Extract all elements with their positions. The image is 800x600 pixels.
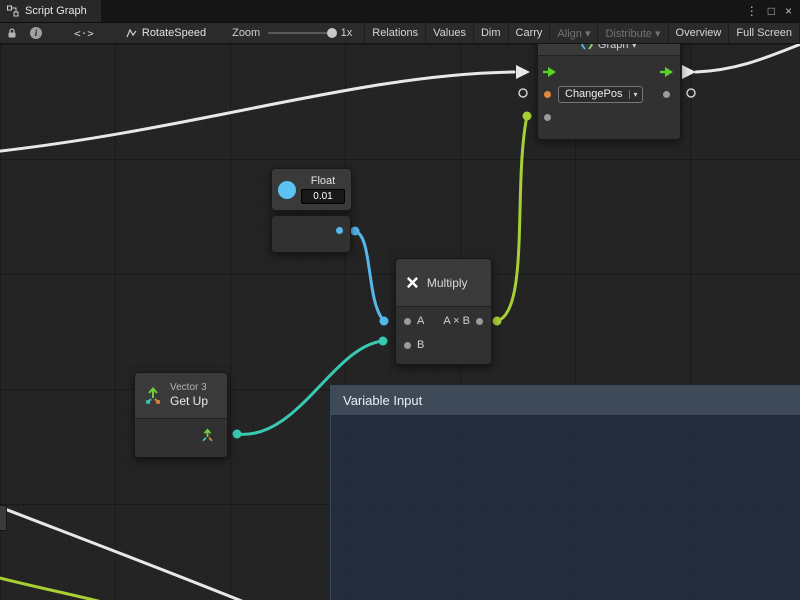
- wire-endpoint-circle-left: [519, 89, 527, 97]
- float-wire-end-dot: [380, 317, 389, 326]
- zoom-slider-track[interactable]: [268, 32, 334, 34]
- vector-wire-end-dot: [379, 337, 388, 346]
- vector-wire-start-dot: [233, 430, 242, 439]
- zoom-label: Zoom: [232, 27, 260, 39]
- maximize-icon[interactable]: □: [768, 5, 775, 17]
- variable-dropdown[interactable]: ChangePos ▾: [558, 86, 643, 103]
- flow-output-port[interactable]: [660, 66, 675, 78]
- wire-endpoint-circle-right: [687, 89, 695, 97]
- multiply-output-wire-start-dot: [493, 317, 502, 326]
- float-wire[interactable]: [355, 231, 384, 321]
- title-bar: Script Graph ⋮ □ ×: [0, 0, 800, 22]
- toolbar-button-relations[interactable]: Relations: [364, 22, 425, 44]
- toolbar-button-dim[interactable]: Dim: [473, 22, 508, 44]
- graph-node-header[interactable]: Graph ▾: [538, 44, 680, 56]
- zoom-value: 1x: [341, 27, 353, 39]
- script-machine-icon: [581, 44, 593, 50]
- vector3-icon: [143, 386, 163, 406]
- flow-wire-in-arrowhead: [516, 65, 530, 79]
- graph-breadcrumb[interactable]: RotateSpeed: [126, 27, 206, 39]
- script-graph-window: Script Graph ⋮ □ × i <·> RotateSpeed Zoo…: [0, 0, 800, 600]
- graph-name: RotateSpeed: [142, 27, 206, 39]
- multiply-output-label: A × B: [443, 315, 470, 327]
- multiply-output-wire[interactable]: [497, 116, 527, 321]
- float-value-input[interactable]: [301, 189, 345, 204]
- float-output-port[interactable]: [336, 227, 343, 234]
- graph-canvas[interactable]: Variable Input: [0, 44, 800, 600]
- float-type-icon: [278, 181, 296, 199]
- graph-node-header-label: Graph ▾: [598, 44, 637, 51]
- zoom-slider[interactable]: [268, 27, 334, 39]
- multiply-input-b-port[interactable]: [404, 342, 411, 349]
- vector3-header[interactable]: Vector 3 Get Up: [135, 373, 227, 419]
- flow-input-port[interactable]: [543, 66, 558, 78]
- toolbar-button-values[interactable]: Values: [425, 22, 473, 44]
- close-icon[interactable]: ×: [785, 5, 792, 17]
- multiply-input-a-label: A: [417, 315, 424, 327]
- flow-wire-out[interactable]: [696, 44, 800, 72]
- toolbar-button-carry[interactable]: Carry: [508, 22, 550, 44]
- multiply-input-b-label: B: [417, 339, 424, 351]
- zoom-slider-thumb[interactable]: [327, 28, 337, 38]
- multiply-title: Multiply: [427, 276, 468, 290]
- value-wire-bottom-left[interactable]: [0, 576, 118, 600]
- toolbar-button-overview[interactable]: Overview: [668, 22, 729, 44]
- lock-icon[interactable]: [0, 22, 24, 44]
- toolbar-button-distribute: Distribute ▾: [597, 22, 667, 44]
- vector3-output-port[interactable]: [200, 428, 215, 443]
- toolbar-button-align: Align ▾: [549, 22, 597, 44]
- chevron-down-icon: ▾: [629, 90, 642, 99]
- multiply-header[interactable]: × Multiply: [396, 259, 491, 307]
- value-input-port[interactable]: [544, 114, 551, 121]
- node-set-variable-changepos[interactable]: Graph ▾ ChangePos ▾: [537, 44, 681, 140]
- node-float-ports[interactable]: [271, 215, 351, 253]
- float-node-title: Float: [311, 175, 335, 187]
- flow-wire-in[interactable]: [0, 72, 514, 152]
- toolbar-buttons: Relations Values Dim Carry Align ▾ Distr…: [364, 22, 800, 44]
- variable-name-port[interactable]: [544, 91, 551, 98]
- vector-wire[interactable]: [237, 341, 383, 434]
- flow-wire-out-arrowhead: [682, 65, 696, 79]
- vector3-type-label: Vector 3: [170, 382, 208, 394]
- float-wire-start-dot: [351, 227, 360, 236]
- multiply-icon: ×: [406, 272, 419, 294]
- multiply-input-a-port[interactable]: [404, 318, 411, 325]
- vector3-title: Get Up: [170, 394, 208, 408]
- graph-toolbar: i <·> RotateSpeed Zoom 1x Relations Valu…: [0, 22, 800, 44]
- info-icon[interactable]: i: [24, 22, 48, 44]
- graph-icon: [7, 5, 19, 17]
- menu-icon[interactable]: ⋮: [746, 5, 758, 17]
- toolbar-button-fullscreen[interactable]: Full Screen: [728, 22, 800, 44]
- variable-dropdown-value: ChangePos: [559, 88, 629, 100]
- node-multiply[interactable]: × Multiply A A × B B: [395, 258, 492, 365]
- vector3-ports: [135, 419, 227, 457]
- tab-script-graph[interactable]: Script Graph: [0, 0, 101, 22]
- code-preview-icon[interactable]: <·>: [74, 27, 94, 40]
- offscreen-node-sliver[interactable]: [0, 505, 7, 531]
- node-vector3-get-up[interactable]: Vector 3 Get Up: [134, 372, 228, 458]
- multiply-output-port[interactable]: [476, 318, 483, 325]
- variable-output-port[interactable]: [663, 91, 670, 98]
- flow-graph-icon: [126, 28, 137, 39]
- window-title: Script Graph: [25, 5, 87, 17]
- multiply-output-wire-end-dot: [523, 112, 532, 121]
- node-float[interactable]: Float: [271, 168, 352, 211]
